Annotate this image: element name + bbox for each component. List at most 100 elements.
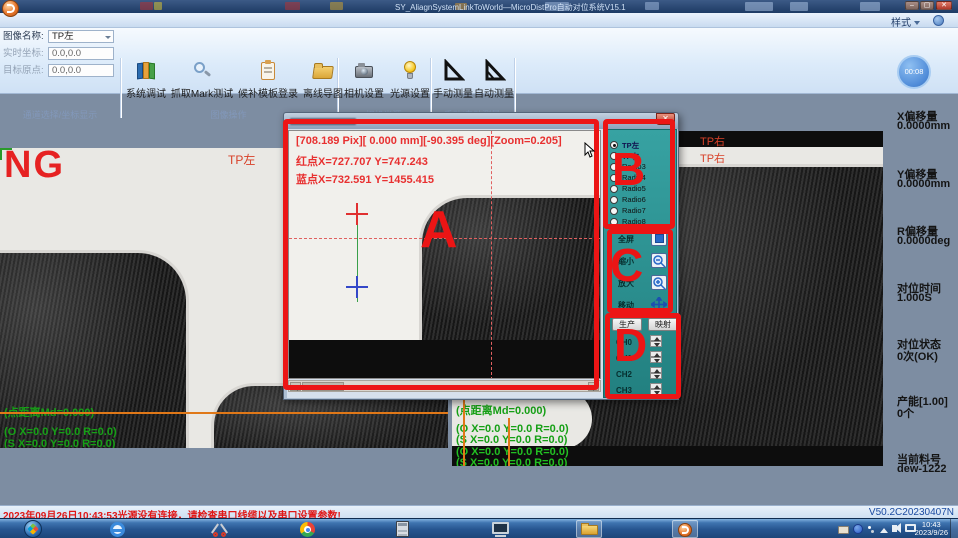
tray-clock[interactable]: 10:43 2023/9/26 — [915, 521, 948, 537]
background-window-fragment — [645, 2, 659, 10]
button-label: 手动测量 — [433, 85, 473, 100]
background-window-fragment — [285, 2, 300, 10]
x-offset-value: 0.0000mm — [897, 120, 950, 132]
chevron-down-icon — [914, 21, 920, 25]
tray-dot-icon[interactable] — [871, 530, 874, 533]
tray-app-icon[interactable] — [853, 524, 863, 534]
target-origin-label: 目标原点: — [3, 64, 44, 77]
show-desktop-button[interactable] — [950, 519, 958, 538]
right-view-band-label: TP右 — [700, 133, 725, 149]
offset-readout-s2: (S X=0.0 Y=0.0 R=0.0) — [456, 457, 567, 466]
image-name-combo[interactable]: TP左 — [48, 30, 114, 43]
explorer-taskbar-slot[interactable] — [576, 520, 602, 538]
background-window-fragment — [790, 2, 808, 11]
capacity-value: 0个 — [897, 405, 914, 421]
application-window: SY_AliagnSystemLinkToWorld—MicroDistPro自… — [0, 0, 958, 538]
right-view-label: TP右 — [700, 150, 725, 166]
y-offset-value: 0.0000mm — [897, 178, 950, 190]
orange-guide-line-vertical — [508, 418, 510, 466]
folder-icon — [311, 59, 335, 83]
maximize-button[interactable]: ▢ — [920, 1, 934, 10]
button-label: 抓取Mark测试 — [170, 85, 234, 100]
taskbar: 10:43 2023/9/26 — [0, 518, 958, 538]
image-name-label: 图像名称: — [3, 30, 44, 43]
set-square-icon — [482, 59, 506, 83]
style-menu[interactable]: 样式 — [891, 14, 920, 29]
realtime-coord-field[interactable]: 0.0,0.0 — [48, 47, 114, 60]
button-label: 相机设置 — [341, 85, 387, 100]
annotation-letter-c: C — [610, 238, 643, 292]
books-icon — [134, 59, 158, 83]
chrome-icon[interactable] — [300, 522, 315, 537]
timer-badge: 00:08 — [897, 55, 931, 89]
group-label-channel: 通道选择/坐标显示 — [0, 108, 120, 121]
grab-mark-test-button[interactable]: 抓取Mark测试 — [170, 58, 234, 104]
tray-briefcase-icon[interactable] — [838, 526, 849, 534]
calculator-icon[interactable] — [396, 521, 409, 537]
style-menu-label: 样式 — [891, 18, 911, 29]
menu-tab-row — [0, 13, 958, 28]
distance-readout: (点距离Md=0.000) — [456, 402, 546, 418]
display-icon[interactable] — [492, 522, 509, 534]
green-corner-mark — [0, 148, 2, 160]
window-title: SY_AliagnSystemLinkToWorld—MicroDistPro自… — [395, 2, 626, 13]
offset-readout-o: (O X=0.0 Y=0.0 R=0.0) — [4, 426, 117, 438]
folder-icon — [581, 525, 598, 535]
mouse-cursor — [584, 142, 596, 158]
group-divider — [514, 58, 515, 118]
bulb-icon — [398, 59, 422, 83]
camera-icon — [352, 59, 376, 83]
button-label: 自动测量 — [474, 85, 514, 100]
camera-settings-button[interactable]: 相机设置 — [341, 58, 387, 104]
clipboard-icon — [256, 59, 280, 83]
offset-readout-s: (S X=0.0 Y=0.0 R=0.0) — [456, 434, 567, 446]
minimize-button[interactable]: – — [905, 1, 919, 10]
offset-readout-s: (S X=0.0 Y=0.0 R=0.0) — [4, 438, 115, 448]
version-text: V50.2C20230407N — [869, 507, 954, 518]
magnifier-icon — [190, 59, 214, 83]
image-name-value: TP左 — [52, 31, 74, 42]
app-icon — [678, 523, 692, 537]
clock-date: 2023/9/26 — [915, 529, 948, 537]
manual-measure-button[interactable]: 手动测量 — [433, 58, 473, 104]
background-window-fragment — [330, 2, 343, 10]
tray-dot-icon[interactable] — [868, 526, 871, 529]
offline-image-button[interactable]: 离线导图 — [302, 58, 344, 104]
background-window-fragment — [154, 2, 162, 10]
align-time-value: 1.000S — [897, 292, 932, 304]
chevron-down-icon — [105, 36, 111, 39]
template-register-button[interactable]: 候补模板登录 — [236, 58, 300, 104]
r-offset-value: 0.0000deg — [897, 235, 950, 247]
app-taskbar-slot[interactable] — [672, 520, 698, 538]
button-label: 候补模板登录 — [236, 85, 300, 100]
background-window-fragment — [745, 2, 773, 11]
close-button[interactable]: ✕ — [936, 1, 952, 10]
speaker-cone-icon — [895, 523, 901, 533]
background-window-fragment — [140, 2, 153, 10]
status-bar: 2023年09月26日10:43:53光源没有连接，请检查串口线缆以及串口设置参… — [0, 505, 958, 518]
start-button[interactable] — [24, 520, 42, 538]
background-window-fragment — [860, 2, 880, 11]
app-logo[interactable] — [2, 0, 19, 17]
title-bar: SY_AliagnSystemLinkToWorld—MicroDistPro自… — [0, 0, 958, 13]
left-view-label: TP左 — [228, 151, 255, 168]
button-label: 离线导图 — [302, 85, 344, 100]
auto-measure-button[interactable]: 自动测量 — [474, 58, 514, 104]
button-label: 系统调试 — [124, 85, 168, 100]
align-status-value: 0次(OK) — [897, 348, 938, 364]
annotation-letter-b: B — [612, 142, 645, 196]
orange-guide-line — [0, 412, 448, 414]
ng-result-text: NG — [4, 148, 65, 187]
help-icon[interactable] — [933, 15, 944, 26]
ribbon: 图像名称: TP左 实时坐标: 0.0,0.0 目标原点: 0.0,0.0 系统… — [0, 28, 958, 94]
button-label: 光源设置 — [388, 85, 432, 100]
snipping-tool-icon[interactable] — [212, 522, 228, 537]
folder-tab — [581, 523, 589, 526]
internet-explorer-icon[interactable] — [110, 522, 125, 537]
target-origin-field[interactable]: 0.0,0.0 — [48, 64, 114, 77]
system-debug-button[interactable]: 系统调试 — [124, 58, 168, 104]
set-square-icon — [441, 59, 465, 83]
realtime-coord-label: 实时坐标: — [3, 47, 44, 60]
light-settings-button[interactable]: 光源设置 — [388, 58, 432, 104]
tray-expand-icon[interactable] — [880, 528, 888, 533]
